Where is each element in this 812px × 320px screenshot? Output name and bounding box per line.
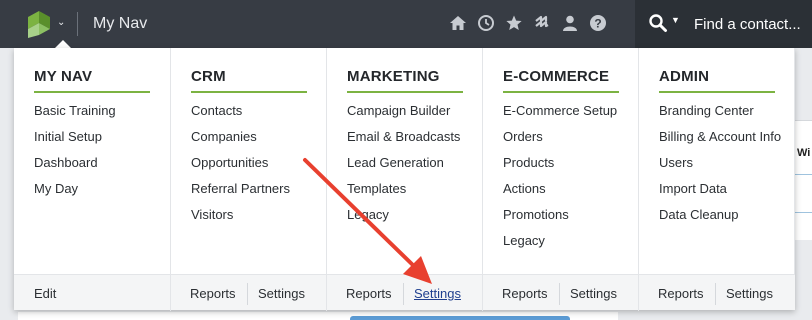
column-underline	[191, 91, 307, 93]
caret-down-icon[interactable]: ▼	[671, 15, 680, 25]
help-icon[interactable]: ?	[589, 14, 607, 32]
divider	[170, 275, 171, 311]
menu-item[interactable]: Contacts	[191, 103, 290, 129]
menu-item[interactable]: Opportunities	[191, 155, 290, 181]
column-title: MY NAV	[34, 68, 93, 85]
background-row-divider	[795, 212, 812, 213]
menu-item[interactable]: Branding Center	[659, 103, 781, 129]
crm-reports-link[interactable]: Reports	[190, 286, 236, 301]
marketing-reports-link[interactable]: Reports	[346, 286, 392, 301]
background-row-divider	[795, 174, 812, 175]
menu-item[interactable]: Legacy	[503, 233, 617, 259]
divider	[403, 283, 404, 305]
menu-item[interactable]: Legacy	[347, 207, 460, 233]
mega-menu: MY NAV Basic Training Initial Setup Dash…	[14, 48, 795, 311]
search-icon[interactable]	[648, 13, 668, 33]
background-button[interactable]	[350, 316, 570, 320]
column-underline	[503, 91, 619, 93]
crm-settings-link[interactable]: Settings	[258, 286, 305, 301]
menu-item[interactable]: Campaign Builder	[347, 103, 460, 129]
marketing-settings-link[interactable]: Settings	[414, 286, 461, 301]
ecommerce-reports-link[interactable]: Reports	[502, 286, 548, 301]
divider	[715, 283, 716, 305]
menu-item[interactable]: Templates	[347, 181, 460, 207]
search-input[interactable]: Find a contact...	[694, 16, 801, 33]
admin-settings-link[interactable]: Settings	[726, 286, 773, 301]
top-navigation-bar: ⌄ My Nav ? ▼ Find a contact...	[0, 0, 812, 48]
home-icon[interactable]	[449, 14, 467, 32]
divider	[638, 275, 639, 311]
background-table-header: Wi	[797, 147, 811, 159]
chevron-down-icon[interactable]: ⌄	[57, 17, 65, 28]
menu-item[interactable]: Products	[503, 155, 617, 181]
column-title: ADMIN	[659, 68, 710, 85]
column-title: MARKETING	[347, 68, 440, 85]
edit-link[interactable]: Edit	[34, 286, 56, 301]
column-items: Branding Center Billing & Account Info U…	[659, 103, 781, 233]
menu-item[interactable]: Referral Partners	[191, 181, 290, 207]
column-underline	[659, 91, 775, 93]
column-title: CRM	[191, 68, 226, 85]
column-items: Campaign Builder Email & Broadcasts Lead…	[347, 103, 460, 233]
clock-icon[interactable]	[477, 14, 495, 32]
menu-item[interactable]: Import Data	[659, 181, 781, 207]
menu-column-crm: CRM Contacts Companies Opportunities Ref…	[171, 48, 327, 274]
menu-item[interactable]: E-Commerce Setup	[503, 103, 617, 129]
divider	[559, 283, 560, 305]
admin-reports-link[interactable]: Reports	[658, 286, 704, 301]
menu-item[interactable]: Data Cleanup	[659, 207, 781, 233]
menu-item[interactable]: Companies	[191, 129, 290, 155]
column-title: E-COMMERCE	[503, 68, 610, 85]
ecommerce-settings-link[interactable]: Settings	[570, 286, 617, 301]
menu-column-my-nav: MY NAV Basic Training Initial Setup Dash…	[14, 48, 171, 274]
background-table	[795, 120, 812, 240]
star-icon[interactable]	[505, 14, 523, 32]
menu-item[interactable]: Visitors	[191, 207, 290, 233]
menu-item[interactable]: Users	[659, 155, 781, 181]
divider	[326, 275, 327, 311]
menu-column-admin: ADMIN Branding Center Billing & Account …	[639, 48, 795, 274]
menu-item[interactable]: Lead Generation	[347, 155, 460, 181]
menu-item[interactable]: Email & Broadcasts	[347, 129, 460, 155]
nav-title[interactable]: My Nav	[93, 15, 147, 33]
menu-item[interactable]: Orders	[503, 129, 617, 155]
svg-text:?: ?	[594, 16, 601, 30]
menu-item[interactable]: Dashboard	[34, 155, 116, 181]
column-underline	[347, 91, 463, 93]
menu-item[interactable]: Actions	[503, 181, 617, 207]
user-icon[interactable]	[561, 14, 579, 32]
column-underline	[34, 91, 150, 93]
column-items: E-Commerce Setup Orders Products Actions…	[503, 103, 617, 259]
menu-item[interactable]: My Day	[34, 181, 116, 207]
contact-search[interactable]: ▼ Find a contact...	[635, 0, 812, 48]
hashtag-icon[interactable]	[533, 14, 551, 32]
menu-footer: Edit Reports Settings Reports Settings R…	[14, 274, 795, 311]
menu-item[interactable]: Promotions	[503, 207, 617, 233]
divider	[482, 275, 483, 311]
menu-item[interactable]: Basic Training	[34, 103, 116, 129]
column-items: Contacts Companies Opportunities Referra…	[191, 103, 290, 233]
menu-column-marketing: MARKETING Campaign Builder Email & Broad…	[327, 48, 483, 274]
menu-column-ecommerce: E-COMMERCE E-Commerce Setup Orders Produ…	[483, 48, 639, 274]
app-logo[interactable]	[28, 8, 50, 38]
menu-item[interactable]: Billing & Account Info	[659, 129, 781, 155]
divider	[77, 12, 78, 36]
divider	[247, 283, 248, 305]
column-items: Basic Training Initial Setup Dashboard M…	[34, 103, 116, 207]
menu-item[interactable]: Initial Setup	[34, 129, 116, 155]
